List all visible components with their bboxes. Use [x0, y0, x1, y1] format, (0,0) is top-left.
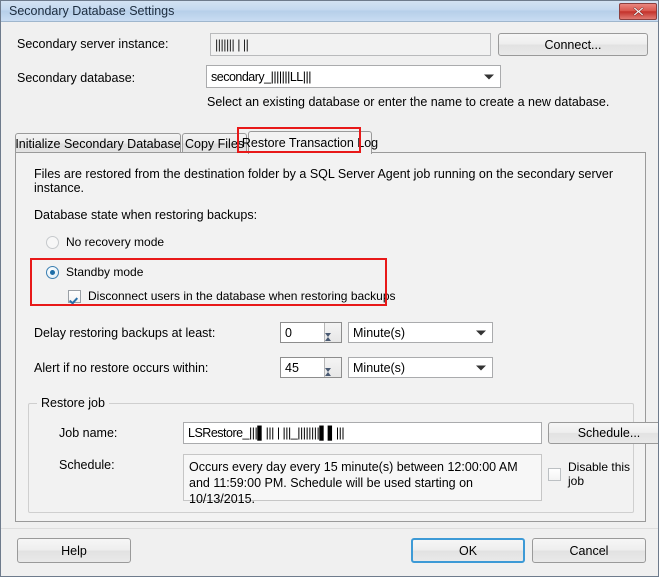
tab-copy-files[interactable]: Copy Files	[182, 133, 247, 153]
job-name-label: Job name:	[59, 426, 118, 440]
checkbox-disable-this-job[interactable]: Disable this job	[548, 460, 633, 488]
chevron-down-icon	[484, 74, 494, 79]
close-icon[interactable]	[619, 3, 657, 20]
delay-restoring-label: Delay restoring backups at least:	[34, 326, 216, 340]
secondary-database-label: Secondary database:	[17, 71, 136, 85]
title-bar: Secondary Database Settings	[1, 1, 658, 22]
schedule-label: Schedule:	[59, 458, 115, 472]
delay-restoring-value: 0	[285, 325, 292, 340]
restore-job-group: Restore job Job name: LSRestore_|||▌||| …	[28, 396, 658, 513]
schedule-description: Occurs every day every 15 minute(s) betw…	[183, 454, 542, 506]
window-title: Secondary Database Settings	[9, 4, 175, 18]
database-state-label: Database state when restoring backups:	[34, 208, 258, 222]
secondary-database-settings-dialog: Secondary Database Settings Secondary se…	[0, 0, 659, 577]
tab-strip: Initialize Secondary Database Copy Files…	[15, 131, 646, 154]
tab-restore-transaction-log[interactable]: Restore Transaction Log	[242, 131, 378, 154]
delay-unit-combobox[interactable]: Minute(s)	[348, 322, 493, 343]
checkbox-icon-disconnect-users	[68, 289, 81, 303]
connect-button[interactable]: Connect...	[498, 33, 648, 56]
delay-stepper-buttons[interactable]	[324, 323, 341, 342]
alert-no-restore-stepper[interactable]: 45	[280, 357, 342, 378]
secondary-database-combobox[interactable]: secondary_|||||||LL|||	[206, 65, 501, 88]
stepper-down-icon-delay[interactable]	[325, 337, 341, 351]
radio-icon-standby	[46, 265, 59, 279]
schedule-button[interactable]: Schedule...	[548, 422, 658, 444]
radio-label-standby: Standby mode	[66, 265, 144, 279]
alert-unit-value: Minute(s)	[353, 360, 406, 375]
alert-unit-combobox[interactable]: Minute(s)	[348, 357, 493, 378]
ok-button[interactable]: OK	[411, 538, 525, 563]
checkbox-icon-disable-this-job	[548, 467, 561, 481]
stepper-down-icon-alert[interactable]	[325, 372, 341, 386]
tab-initialize-secondary-database[interactable]: Initialize Secondary Database	[15, 133, 181, 153]
radio-no-recovery-mode[interactable]: No recovery mode	[46, 235, 164, 249]
secondary-server-instance-value: ||||||| | ||	[215, 37, 249, 52]
job-name-value: LSRestore_|||▌||| | |||_||||||||▌▌|||	[188, 426, 345, 440]
alert-no-restore-label: Alert if no restore occurs within:	[34, 361, 209, 375]
delay-restoring-stepper[interactable]: 0	[280, 322, 342, 343]
checkbox-disconnect-users[interactable]: Disconnect users in the database when re…	[68, 289, 396, 303]
delay-unit-value: Minute(s)	[353, 325, 406, 340]
checkbox-label-disable-this-job: Disable this job	[568, 460, 631, 488]
secondary-database-hint: Select an existing database or enter the…	[207, 95, 610, 109]
chevron-down-icon-delay-unit	[476, 330, 486, 335]
radio-label-no-recovery: No recovery mode	[66, 235, 165, 249]
secondary-server-instance-label: Secondary server instance:	[17, 37, 169, 51]
alert-stepper-buttons[interactable]	[324, 358, 341, 377]
help-button[interactable]: Help	[17, 538, 131, 563]
panel-description: Files are restored from the destination …	[34, 167, 614, 195]
radio-standby-mode[interactable]: Standby mode	[46, 265, 143, 279]
restore-job-group-title: Restore job	[37, 396, 109, 410]
checkbox-label-disconnect-users: Disconnect users in the database when re…	[88, 289, 396, 303]
restore-transaction-log-panel: Files are restored from the destination …	[15, 152, 658, 522]
secondary-server-instance-input[interactable]: ||||||| | ||	[210, 33, 491, 56]
top-form-area: Secondary server instance: ||||||| | || …	[1, 23, 658, 123]
job-name-input[interactable]: LSRestore_|||▌||| | |||_||||||||▌▌|||	[183, 422, 542, 444]
chevron-down-icon-alert-unit	[476, 365, 486, 370]
footer-divider	[1, 528, 658, 529]
secondary-database-value: secondary_|||||||LL|||	[211, 69, 312, 84]
cancel-button[interactable]: Cancel	[532, 538, 646, 563]
alert-no-restore-value: 45	[285, 360, 299, 375]
radio-icon-no-recovery	[46, 235, 59, 249]
